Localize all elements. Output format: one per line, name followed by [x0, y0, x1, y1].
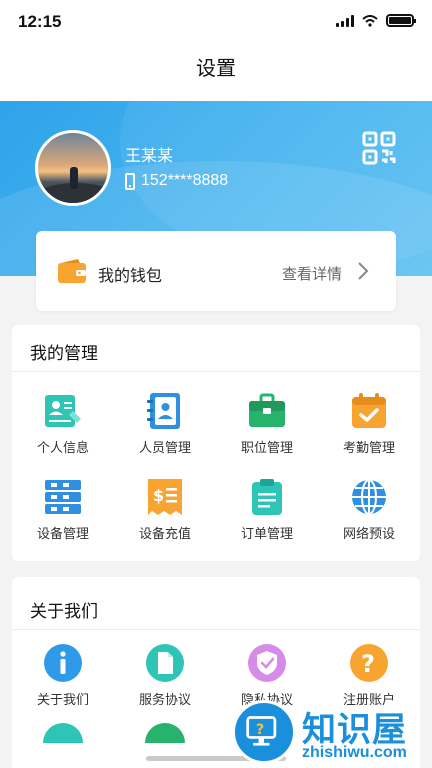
grid-label: 个人信息: [36, 440, 89, 455]
grid-label: 网络预设: [342, 526, 395, 541]
wallet-card[interactable]: 我的钱包 查看详情: [36, 231, 396, 311]
grid-item-network-preset[interactable]: 网络预设: [318, 477, 420, 542]
profile-phone-row: 152****8888: [125, 172, 228, 190]
contact-book-icon: [147, 393, 180, 429]
grid-item-order-management[interactable]: 订单管理: [216, 477, 318, 542]
wallet-label: 我的钱包: [98, 268, 163, 285]
globe-icon: [352, 479, 386, 515]
grid-item-device-recharge[interactable]: $ 设备充值: [114, 477, 216, 542]
partial-icon: [43, 723, 83, 743]
grid-item-about-us[interactable]: 关于我们: [12, 643, 114, 708]
grid-label: 人员管理: [138, 440, 191, 455]
shield-check-icon: [248, 644, 286, 682]
profile-name: 王某某: [125, 148, 174, 165]
grid-item-device-management[interactable]: 设备管理: [12, 477, 114, 542]
grid-item-position-management[interactable]: 职位管理: [216, 391, 318, 456]
watermark-icon: ?: [232, 700, 296, 764]
status-bar: 12:15: [0, 0, 432, 44]
grid-item-privacy-policy[interactable]: 隐私协议: [216, 643, 318, 708]
svg-text:$: $: [153, 486, 164, 505]
qr-code-icon[interactable]: [362, 131, 396, 165]
svg-text:?: ?: [361, 650, 375, 678]
grid-item-staff-management[interactable]: 人员管理: [114, 391, 216, 456]
page-title: 设置: [196, 58, 236, 80]
id-card-icon: [45, 395, 81, 427]
wallet-detail-link[interactable]: 查看详情: [282, 263, 342, 284]
grid-label: 职位管理: [240, 440, 293, 455]
management-section: 我的管理 个人信息 人员管理 职位管理 考勤管理 设备管理 $ 设备充值 订单管…: [12, 325, 420, 561]
partial-icon: [145, 723, 185, 743]
grid-label: 关于我们: [36, 692, 89, 707]
grid-item-register-account[interactable]: ? 注册账户: [318, 643, 420, 708]
section-title-about: 关于我们: [30, 602, 98, 621]
clipboard-icon: [252, 479, 282, 515]
chevron-right-icon: [358, 262, 369, 280]
signal-icon: [336, 14, 354, 27]
device-rack-icon: [45, 480, 81, 514]
battery-icon: [386, 14, 416, 27]
grid-item-personal-info[interactable]: 个人信息: [12, 391, 114, 456]
info-icon: [44, 644, 82, 682]
grid-label: 服务协议: [138, 692, 191, 707]
svg-text:?: ?: [256, 722, 264, 738]
section-title-management: 我的管理: [30, 344, 98, 363]
grid-label: 设备充值: [138, 526, 191, 541]
grid-label: 订单管理: [240, 526, 293, 541]
wifi-icon: [362, 14, 378, 27]
briefcase-icon: [249, 393, 285, 427]
grid-item-attendance-management[interactable]: 考勤管理: [318, 391, 420, 456]
document-icon: [146, 644, 184, 682]
status-time: 12:15: [18, 12, 62, 31]
nav-bar: 设置: [0, 44, 432, 102]
watermark-logo: ? 知识屋 zhishiwu.com: [232, 700, 432, 768]
grid-item-service-agreement[interactable]: 服务协议: [114, 643, 216, 708]
avatar[interactable]: [35, 130, 111, 206]
status-icons: [336, 14, 416, 27]
wallet-icon: [58, 259, 86, 283]
grid-label: 设备管理: [36, 526, 89, 541]
recharge-receipt-icon: $: [148, 479, 182, 515]
calendar-check-icon: [352, 393, 386, 428]
watermark-url: zhishiwu.com: [302, 744, 407, 761]
question-icon: ?: [350, 644, 388, 682]
grid-label: 考勤管理: [342, 440, 395, 455]
profile-phone: 152****8888: [141, 172, 229, 189]
phone-icon: [125, 172, 135, 190]
